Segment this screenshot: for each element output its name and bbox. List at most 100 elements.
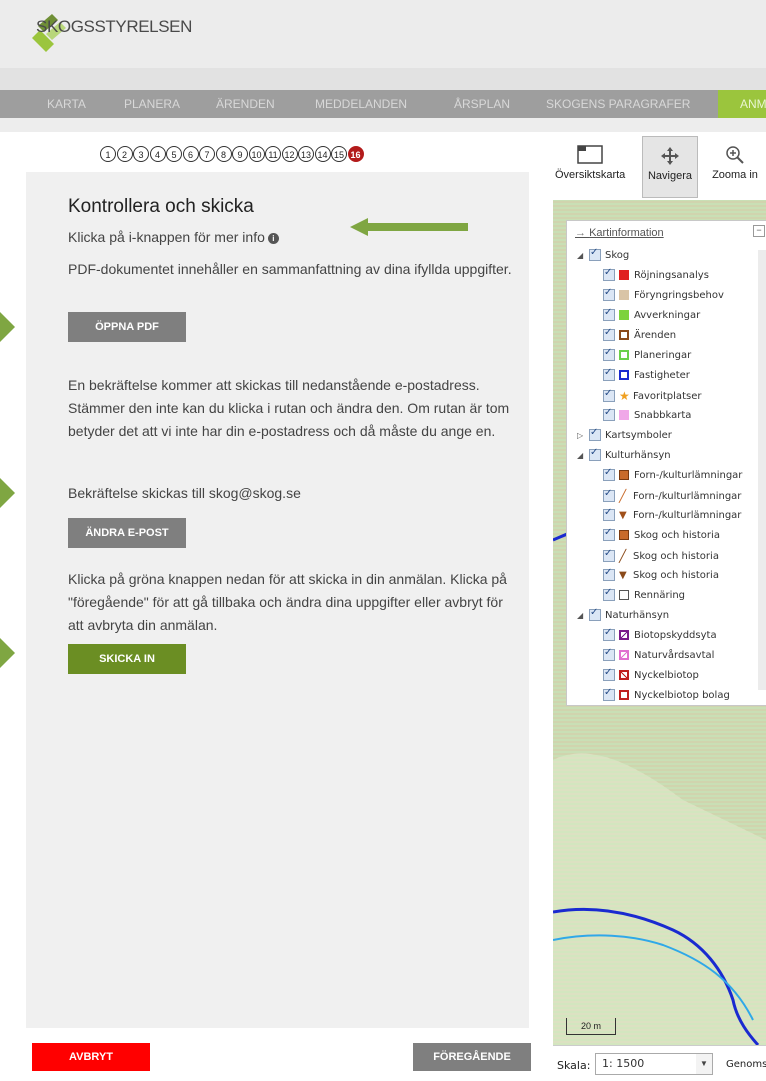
- legend-item[interactable]: ★Favoritplatser: [603, 388, 701, 407]
- checkbox[interactable]: [589, 447, 601, 461]
- info-icon[interactable]: i: [267, 232, 279, 244]
- legend-item[interactable]: Naturvårdsavtal: [603, 647, 715, 667]
- step-15[interactable]: 15: [331, 146, 347, 162]
- legend-item[interactable]: Röjningsanalys: [603, 267, 709, 287]
- legend-item[interactable]: Föryngringsbehov: [603, 287, 724, 307]
- nav-item-arsplan[interactable]: ÅRSPLAN: [454, 90, 510, 118]
- nav-item-arenden[interactable]: ÄRENDEN: [216, 90, 275, 118]
- step-8[interactable]: 8: [215, 146, 232, 162]
- legend-item[interactable]: Ärenden: [603, 327, 676, 347]
- legend-group-kartsymboler[interactable]: ▷ Kartsymboler: [577, 427, 672, 447]
- scale-select[interactable]: 1: 1500: [595, 1053, 697, 1075]
- checkbox[interactable]: [603, 567, 615, 581]
- open-pdf-button[interactable]: ÖPPNA PDF: [68, 312, 186, 342]
- legend-item[interactable]: Avverkningar: [603, 307, 700, 327]
- cancel-button[interactable]: AVBRYT: [32, 1043, 150, 1071]
- legend-item[interactable]: Forn-/kulturlämningar: [603, 467, 742, 487]
- checkbox[interactable]: [603, 548, 615, 562]
- step-6[interactable]: 6: [182, 146, 199, 162]
- nav-item-anm[interactable]: ANM: [718, 90, 766, 118]
- marker-arrow-icon: [0, 312, 15, 342]
- legend-scrollbar[interactable]: [758, 250, 766, 690]
- checkbox[interactable]: [603, 527, 615, 541]
- step-16-active[interactable]: 16: [347, 146, 364, 162]
- checkbox[interactable]: [603, 507, 615, 521]
- step-11[interactable]: 11: [265, 146, 281, 162]
- checkbox[interactable]: [589, 427, 601, 441]
- checkbox[interactable]: [603, 488, 615, 502]
- legend-item[interactable]: ╱ Skog och historia: [603, 548, 719, 567]
- confirm-email: Bekräftelse skickas till skog@skog.se: [68, 485, 301, 501]
- navigate-tool[interactable]: Navigera: [642, 136, 698, 198]
- zoom-in-icon: [726, 146, 744, 164]
- legend-item-label: Rennäring: [634, 590, 686, 601]
- nav-item-skogens-paragrafer[interactable]: SKOGENS PARAGRAFER: [546, 90, 690, 118]
- checkbox[interactable]: [603, 388, 615, 402]
- checkbox[interactable]: [603, 287, 615, 301]
- legend-item[interactable]: Planeringar: [603, 347, 691, 367]
- swatch-icon: [619, 650, 629, 660]
- expand-icon: ◢: [577, 450, 584, 460]
- checkbox[interactable]: [589, 607, 601, 621]
- legend-item[interactable]: Nyckelbiotop bolag: [603, 687, 730, 707]
- legend-title-row[interactable]: → Kartinformation: [575, 227, 664, 239]
- checkbox[interactable]: [603, 307, 615, 321]
- change-email-button[interactable]: ÄNDRA E-POST: [68, 518, 186, 548]
- legend-item[interactable]: Nyckelbiotop: [603, 667, 699, 687]
- checkbox[interactable]: [603, 627, 615, 641]
- step-14[interactable]: 14: [314, 146, 331, 162]
- checkbox[interactable]: [603, 267, 615, 281]
- legend-item[interactable]: ╱ Forn-/kulturlämningar: [603, 488, 741, 507]
- legend-item-label: Skog och historia: [634, 530, 720, 541]
- legend-group-skog[interactable]: ◢ Skog: [577, 247, 630, 267]
- step-9[interactable]: 9: [232, 146, 248, 162]
- collapse-icon[interactable]: −: [753, 225, 765, 237]
- step-4[interactable]: 4: [149, 146, 166, 162]
- step-12[interactable]: 12: [281, 146, 298, 162]
- legend-group-kulturhansyn[interactable]: ◢ Kulturhänsyn: [577, 447, 671, 467]
- checkbox[interactable]: [603, 687, 615, 701]
- swatch-icon: [619, 410, 629, 420]
- checkbox[interactable]: [603, 347, 615, 361]
- step-1[interactable]: 1: [100, 146, 116, 162]
- legend-group-label: Skog: [605, 250, 630, 261]
- step-7[interactable]: 7: [199, 146, 215, 162]
- checkbox[interactable]: [603, 467, 615, 481]
- legend-item[interactable]: Skog och historia: [603, 527, 720, 547]
- nav-item-karta[interactable]: KARTA: [47, 90, 86, 118]
- zoom-in-tool[interactable]: Zooma in: [707, 136, 763, 196]
- step-5[interactable]: 5: [166, 146, 182, 162]
- step-3[interactable]: 3: [133, 146, 149, 162]
- chevron-down-icon[interactable]: ▼: [696, 1053, 713, 1075]
- legend-item-label: Föryngringsbehov: [634, 290, 724, 301]
- nav-item-meddelanden[interactable]: MEDDELANDEN: [315, 90, 407, 118]
- step-10[interactable]: 10: [248, 146, 265, 162]
- checkbox[interactable]: [603, 327, 615, 341]
- step-13[interactable]: 13: [298, 146, 314, 162]
- navigate-label: Navigera: [647, 170, 693, 182]
- legend-group-naturhansyn[interactable]: ◢ Naturhänsyn: [577, 607, 669, 627]
- checkbox[interactable]: [603, 587, 615, 601]
- checkbox[interactable]: [603, 667, 615, 681]
- legend-item[interactable]: ▼ Forn-/kulturlämningar: [603, 507, 741, 527]
- checkbox[interactable]: [589, 247, 601, 261]
- checkbox[interactable]: [603, 647, 615, 661]
- submit-button[interactable]: SKICKA IN: [68, 644, 186, 674]
- step-2[interactable]: 2: [116, 146, 133, 162]
- legend-item[interactable]: Rennäring: [603, 587, 686, 607]
- nav-item-planera[interactable]: PLANERA: [124, 90, 180, 118]
- confirm-text: En bekräftelse kommer att skickas till n…: [68, 377, 510, 439]
- checkbox[interactable]: [603, 367, 615, 381]
- collapsed-icon: ▷: [577, 430, 584, 440]
- ruin-symbol-icon: [619, 530, 629, 540]
- previous-button[interactable]: FÖREGÅENDE: [413, 1043, 531, 1071]
- overview-map-tool[interactable]: Översiktskarta: [555, 136, 625, 196]
- checkbox[interactable]: [603, 407, 615, 421]
- line-symbol-icon: ╱: [619, 549, 627, 563]
- expand-icon: ◢: [577, 610, 584, 620]
- legend-item-label: Naturvårdsavtal: [634, 650, 715, 661]
- legend-item[interactable]: Biotopskyddsyta: [603, 627, 717, 647]
- legend-item[interactable]: Fastigheter: [603, 367, 690, 387]
- legend-item[interactable]: Snabbkarta: [603, 407, 691, 427]
- legend-item[interactable]: ▼ Skog och historia: [603, 567, 719, 587]
